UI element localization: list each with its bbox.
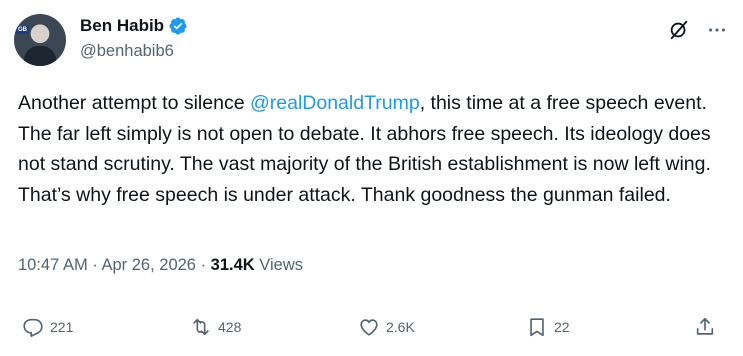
avatar-figure [24,46,56,66]
tweet-header: GB Ben Habib @benhabib6 [14,14,729,70]
bookmark-button[interactable]: 22 [526,316,570,338]
share-button[interactable] [694,316,716,338]
author-handle[interactable]: @benhabib6 [80,42,174,61]
tweet-meta: 10:47 AM · Apr 26, 2026 · 31.4K Views [18,256,303,275]
like-button[interactable]: 2.6K [358,316,415,338]
share-icon [696,317,714,335]
meta-separator: · [200,256,211,274]
repost-count: 428 [218,319,242,335]
repost-icon [193,318,209,336]
avatar[interactable]: GB [14,14,66,66]
grok-icon[interactable] [667,18,691,42]
reply-button[interactable]: 221 [22,316,73,338]
views-label: Views [259,256,304,274]
repost-button[interactable]: 428 [190,316,241,338]
bookmark-count: 22 [554,319,570,335]
reply-count: 221 [50,319,74,335]
like-count: 2.6K [386,319,415,335]
more-options-icon[interactable] [705,18,729,42]
avatar-badge: GB [16,26,29,34]
header-actions [667,18,729,42]
verified-badge-icon [168,16,188,36]
author-name-line[interactable]: Ben Habib [80,16,188,36]
tweet-time[interactable]: 10:47 AM [18,256,88,274]
tweet-text-prefix: Another attempt to silence [18,92,250,114]
views-count[interactable]: 31.4K [211,256,255,274]
mention-link[interactable]: @realDonaldTrump [250,92,420,114]
bookmark-icon [530,318,544,337]
tweet-date[interactable]: Apr 26, 2026 [101,256,196,274]
author-name[interactable]: Ben Habib [80,16,164,36]
heart-icon [360,319,378,336]
tweet-actions: 221 428 2.6K 22 [22,316,722,342]
reply-icon [23,318,43,337]
tweet-text: Another attempt to silence @realDonaldTr… [18,88,718,210]
